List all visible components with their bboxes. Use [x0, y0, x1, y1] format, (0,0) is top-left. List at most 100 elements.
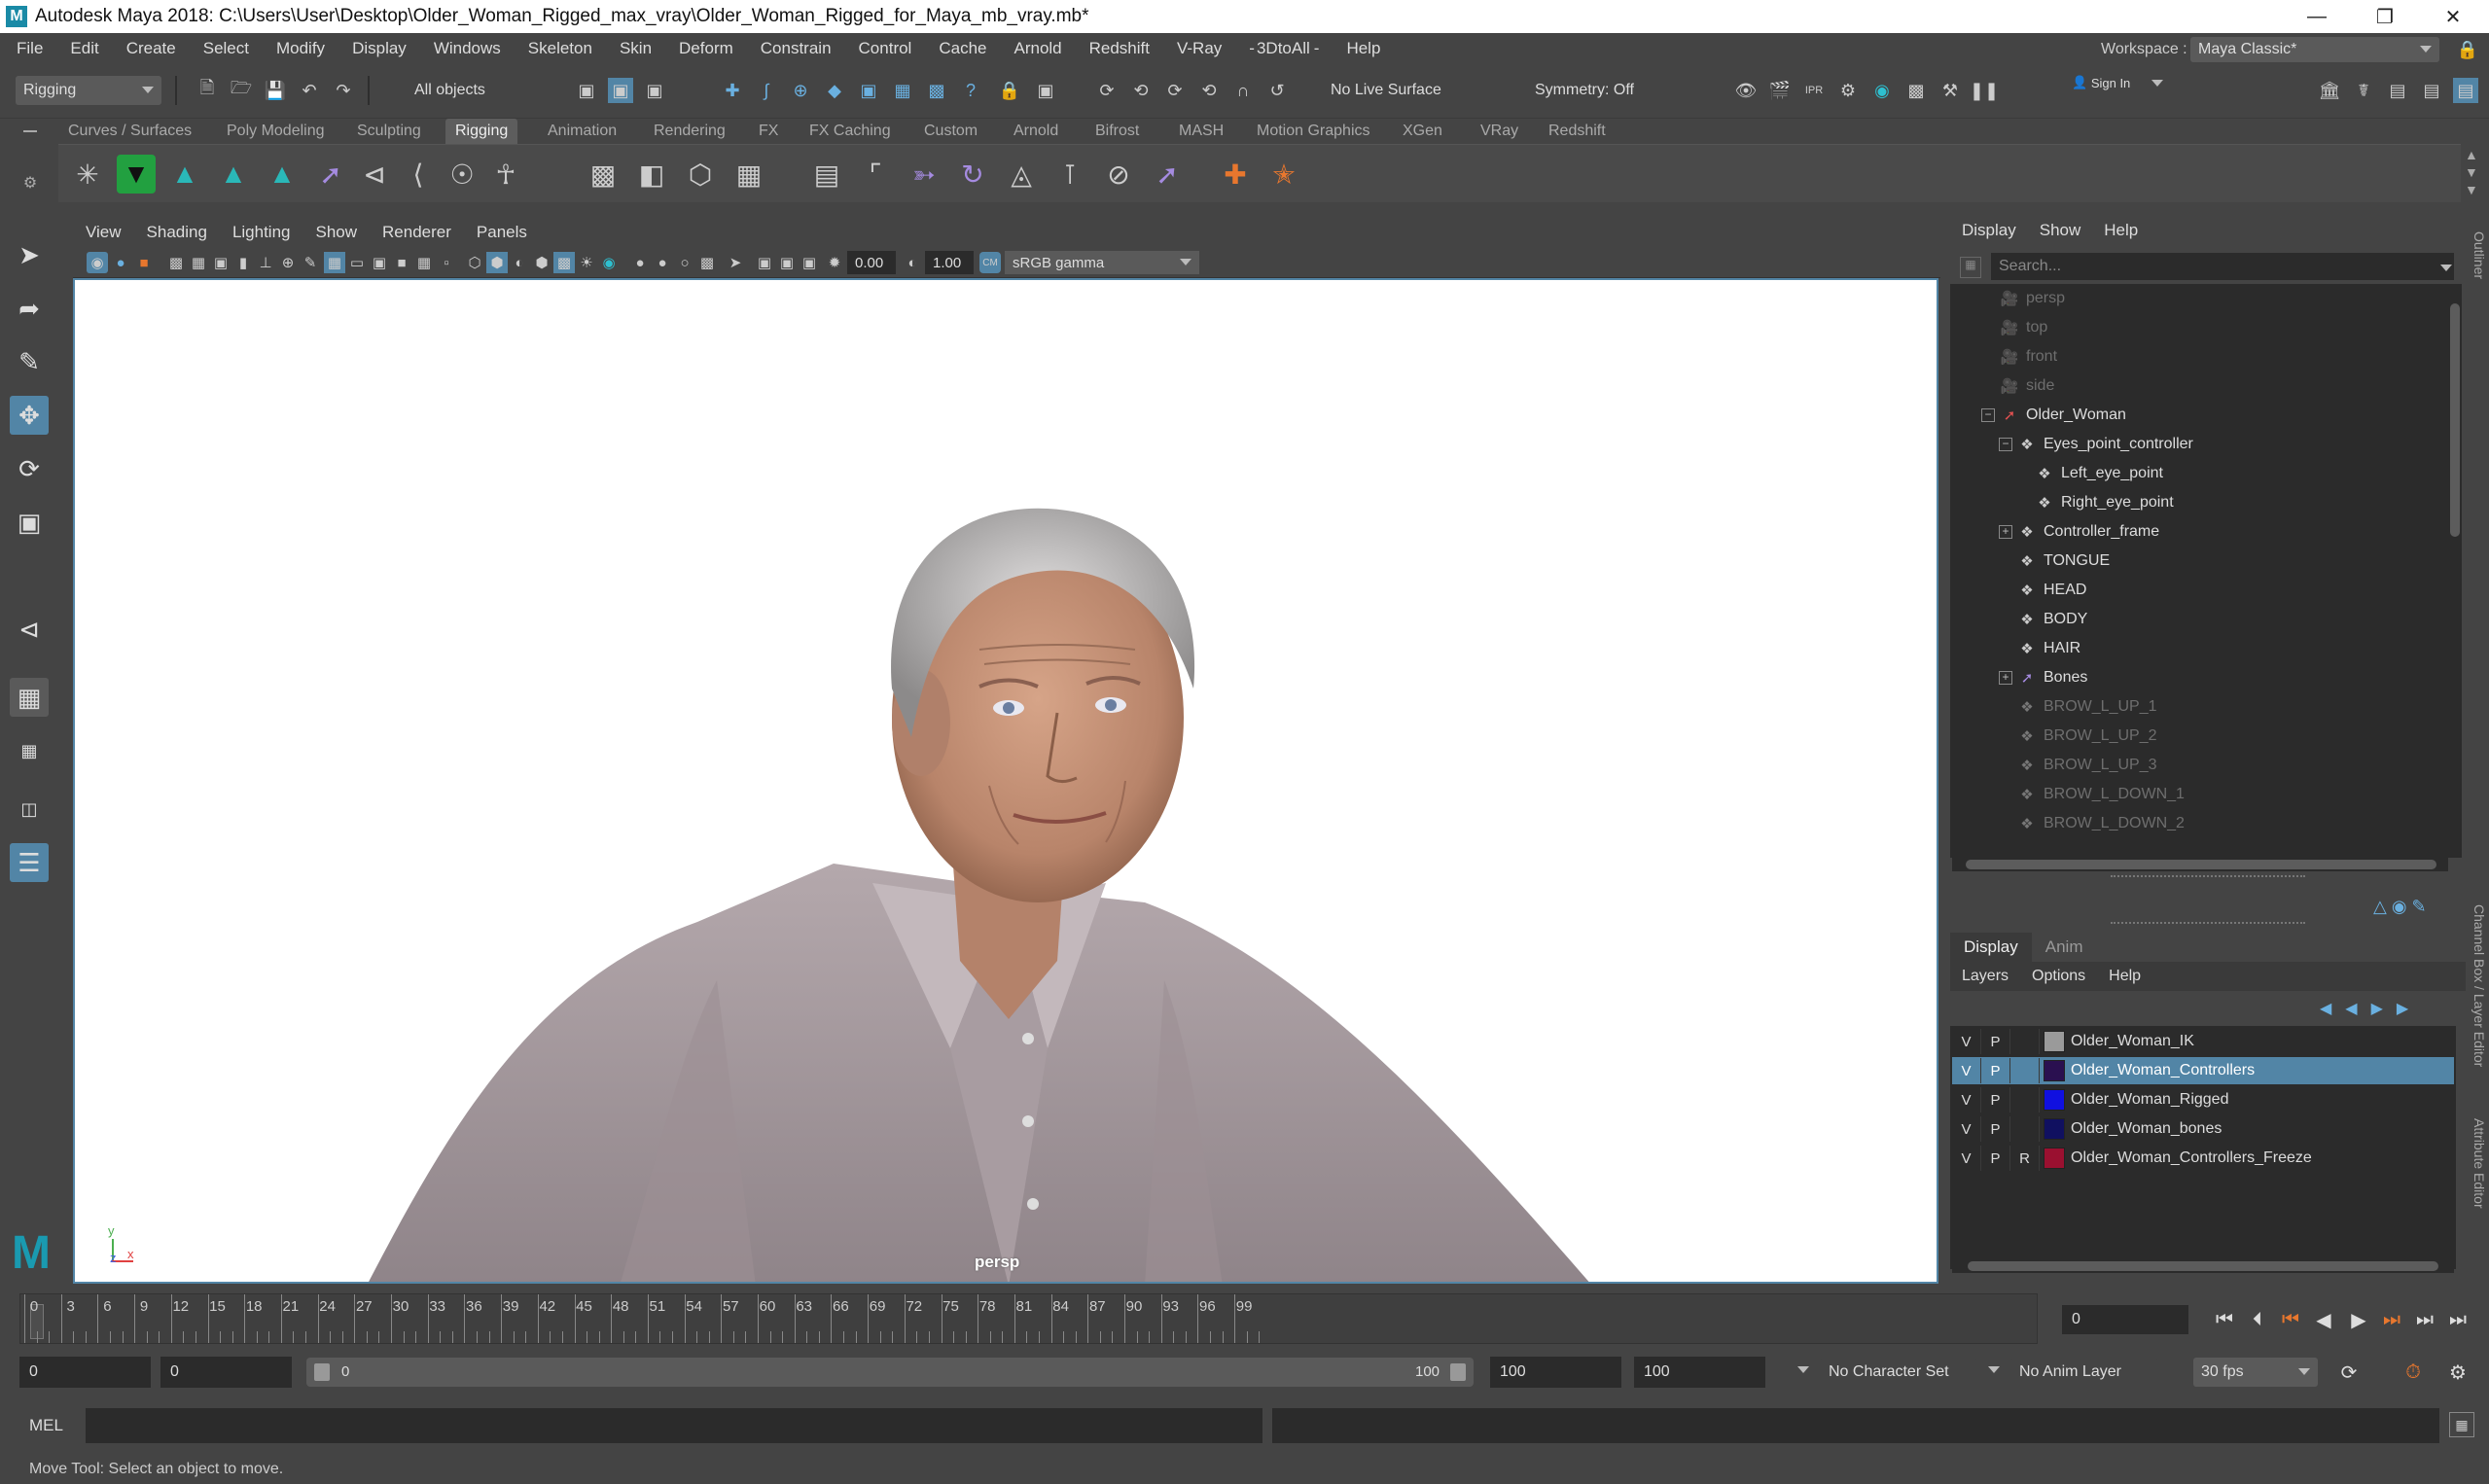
- safe-title-icon[interactable]: ▦: [413, 252, 435, 273]
- step-forward-frame-button[interactable]: ⏭: [2410, 1305, 2439, 1334]
- view-transform-dropdown[interactable]: sRGB gamma: [1005, 251, 1199, 274]
- symmetry-dropdown[interactable]: Symmetry: Off: [1527, 76, 1673, 105]
- expand-toggle[interactable]: +: [1999, 671, 2012, 685]
- textured-icon[interactable]: ⬢: [531, 252, 552, 273]
- wireframe-icon[interactable]: ⬡: [464, 252, 485, 273]
- display-type-toggle[interactable]: [2010, 1029, 2040, 1054]
- loop-icon[interactable]: ⟳: [2334, 1358, 2364, 1387]
- camera-icon[interactable]: ▩: [165, 252, 187, 273]
- render-frame-icon[interactable]: 🎬: [1767, 78, 1793, 103]
- start-time-field[interactable]: 0: [19, 1357, 151, 1388]
- aim-constraint-icon[interactable]: ↻: [953, 155, 992, 194]
- cluster-icon[interactable]: ◧: [632, 155, 671, 194]
- layer-horizontal-scrollbar[interactable]: [1952, 1259, 2454, 1273]
- image-plane-icon[interactable]: ▦: [188, 252, 209, 273]
- menu-create[interactable]: Create: [113, 39, 190, 58]
- layer-color-swatch[interactable]: [2044, 1089, 2065, 1111]
- unbind-skin-icon[interactable]: ☥: [486, 155, 525, 194]
- multisample-aa-icon[interactable]: ●: [652, 252, 673, 273]
- channel-box-side-tab[interactable]: Channel Box / Layer Editor: [2471, 904, 2487, 1067]
- isolate-select-icon[interactable]: ▫: [436, 252, 457, 273]
- point-constraint-icon[interactable]: ⌜: [856, 155, 895, 194]
- wrap-icon[interactable]: ▦: [729, 155, 768, 194]
- bookmark-icon[interactable]: ■: [133, 252, 155, 273]
- scrollbar-thumb[interactable]: [1966, 860, 2436, 869]
- shelf-tab-arnold[interactable]: Arnold: [1004, 119, 1068, 144]
- joint-tool-icon[interactable]: ✳: [68, 155, 107, 194]
- locator-icon[interactable]: ✚: [1216, 155, 1255, 194]
- menu-3dtoall-label[interactable]: 3DtoAll: [1257, 39, 1312, 58]
- x-ray-joints-icon[interactable]: ➤: [725, 252, 746, 273]
- construction-history-icon[interactable]: ⟲: [1196, 78, 1222, 103]
- snap-view-plane-icon[interactable]: ◆: [822, 78, 847, 103]
- step-back-frame-button[interactable]: ⏴: [2243, 1305, 2272, 1334]
- outliner-item-older-woman[interactable]: ➚ Older_Woman: [1999, 401, 2126, 430]
- pause-icon[interactable]: ❚❚: [1970, 78, 1999, 103]
- search-options-chevron-icon[interactable]: [2440, 265, 2452, 271]
- snap-grid-icon[interactable]: ✚: [720, 78, 745, 103]
- layer-color-swatch[interactable]: [2044, 1060, 2065, 1081]
- shelf-tab-redshift[interactable]: Redshift: [1539, 119, 1616, 144]
- menu-cache[interactable]: Cache: [925, 39, 1000, 58]
- display-type-toggle[interactable]: R: [2010, 1146, 2040, 1171]
- playback-toggle[interactable]: P: [1981, 1146, 2010, 1171]
- tool-settings-toggle-icon[interactable]: ▤: [2419, 78, 2444, 103]
- human-ik-icon[interactable]: ▲: [165, 155, 204, 194]
- shelf-tab-motion-graphics[interactable]: Motion Graphics: [1247, 119, 1380, 144]
- layer-row[interactable]: V P Older_Woman_Controllers: [1952, 1057, 2454, 1084]
- redo-icon[interactable]: ↷: [331, 78, 356, 103]
- select-tool-icon[interactable]: ➤: [10, 235, 49, 274]
- snap-vertex-icon[interactable]: ?: [958, 78, 983, 103]
- panel-splitter[interactable]: [2111, 922, 2305, 924]
- render-view-icon[interactable]: 👁: [1733, 78, 1759, 103]
- viewport-menu-show[interactable]: Show: [303, 223, 371, 242]
- open-scene-icon[interactable]: 🗁: [229, 78, 254, 103]
- play-forwards-button[interactable]: ▶: [2344, 1305, 2373, 1334]
- lock-icon[interactable]: 🔒: [997, 78, 1022, 103]
- cluster-handle-icon[interactable]: ✭: [1264, 155, 1303, 194]
- use-all-lights-icon[interactable]: ▩: [553, 252, 575, 273]
- selection-lock-icon[interactable]: ▣: [1033, 78, 1058, 103]
- bind-skin-icon[interactable]: ☉: [443, 155, 481, 194]
- vray-render-icon[interactable]: ▩: [1903, 78, 1929, 103]
- outliner-item-eyes-point-controller[interactable]: ❖ Eyes_point_controller: [2016, 430, 2193, 459]
- menu-redshift[interactable]: Redshift: [1076, 39, 1163, 58]
- layer-row[interactable]: V P R Older_Woman_Controllers_Freeze: [1952, 1145, 2454, 1172]
- live-surface-field[interactable]: No Live Surface: [1323, 76, 1469, 105]
- grid-toggle-icon[interactable]: ⊥: [255, 252, 276, 273]
- high-quality-icon[interactable]: ▣: [799, 252, 820, 273]
- move-tool-icon[interactable]: ✥: [10, 396, 49, 435]
- layer-row[interactable]: V P Older_Woman_IK: [1952, 1028, 2454, 1055]
- paint-select-tool-icon[interactable]: ✎: [10, 342, 49, 381]
- shelf-tab-fx-caching[interactable]: FX Caching: [800, 119, 901, 144]
- selection-mask-dropdown[interactable]: All objects: [407, 76, 543, 105]
- collapse-toggle[interactable]: −: [1981, 408, 1995, 422]
- range-slider[interactable]: 0 100: [306, 1358, 1474, 1387]
- menu-constrain[interactable]: Constrain: [747, 39, 845, 58]
- outliner-item-brow-l-up-1[interactable]: ❖ BROW_L_UP_1: [2016, 692, 2156, 722]
- viewport-menu-view[interactable]: View: [73, 223, 134, 242]
- character-set-dropdown[interactable]: No Character Set: [1821, 1358, 1976, 1387]
- expand-toggle[interactable]: +: [1999, 525, 2012, 539]
- shelf-settings-icon[interactable]: ⚙: [19, 173, 41, 193]
- outliner-item-hair[interactable]: ❖ HAIR: [2016, 634, 2080, 663]
- filter-icon[interactable]: ▦: [1960, 257, 1981, 278]
- redshift-render-icon[interactable]: ⚒: [1938, 78, 1963, 103]
- human-ik-ctrl-icon[interactable]: ▲: [263, 155, 302, 194]
- panel-splitter[interactable]: [2111, 875, 2305, 877]
- render-settings-icon[interactable]: ⚙: [1835, 78, 1861, 103]
- play-backwards-button[interactable]: ◀: [2309, 1305, 2338, 1334]
- select-hierarchy-icon[interactable]: ▣: [574, 78, 599, 103]
- playback-toggle[interactable]: P: [1981, 1058, 2010, 1083]
- step-forward-key-button[interactable]: ⏭: [2377, 1305, 2406, 1334]
- menu-file[interactable]: File: [0, 39, 56, 58]
- shelf-menu-icon[interactable]: [23, 130, 37, 132]
- script-editor-icon[interactable]: ▦: [2449, 1412, 2474, 1437]
- minimize-button[interactable]: —: [2288, 0, 2346, 33]
- script-language-toggle[interactable]: MEL: [29, 1416, 63, 1435]
- menuset-dropdown[interactable]: Rigging: [16, 76, 161, 105]
- outliner-search-input[interactable]: Search...: [1991, 253, 2454, 280]
- menu-deform[interactable]: Deform: [665, 39, 747, 58]
- shelf-scroll[interactable]: ▲ ▼ ▼: [2465, 146, 2478, 198]
- outliner-item-persp[interactable]: 🎥 persp: [1999, 284, 2065, 313]
